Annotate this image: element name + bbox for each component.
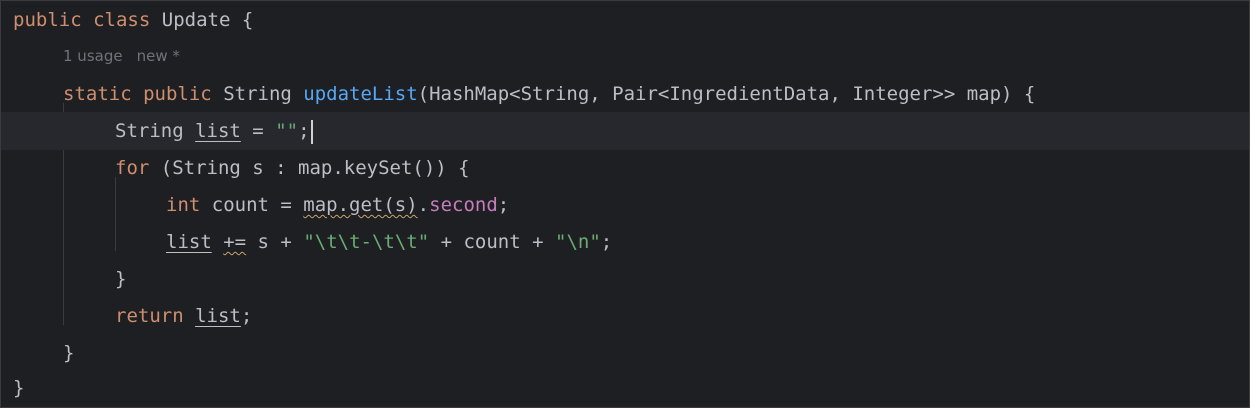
keyword: static (63, 83, 132, 105)
current-code-line[interactable]: String list = ""; (1, 112, 1249, 150)
closing-brace: } (115, 268, 127, 290)
warning-expression[interactable]: map.get(s) (303, 194, 417, 216)
code-line[interactable]: public class Update { (1, 1, 1249, 39)
semicolon: ; (240, 305, 253, 327)
semicolon: ; (497, 194, 510, 216)
keyword: for (115, 157, 150, 179)
dot: . (417, 194, 430, 216)
class-declaration: Update { (161, 9, 254, 31)
variable-list[interactable]: list (166, 231, 212, 253)
operator: = (240, 120, 276, 142)
warning-operator[interactable]: += (223, 231, 246, 253)
variable-list[interactable]: list (195, 120, 241, 142)
keyword: return (115, 305, 184, 327)
string-literal: "\t\t-\t\t" (303, 231, 430, 253)
for-header: (String s : map.keySet()) { (149, 157, 470, 179)
variable-list[interactable]: list (195, 305, 241, 327)
expression: + count + (429, 231, 555, 253)
code-line[interactable]: } (1, 334, 1249, 372)
semicolon: ; (298, 120, 310, 142)
keyword: int (166, 194, 201, 216)
code-line[interactable]: int count = map.get(s).second; (1, 186, 1249, 224)
keyword: public (143, 83, 212, 105)
inlay-hint-line: 1 usage new * (1, 37, 1249, 75)
string-literal: "\n" (555, 231, 601, 253)
field-name: second (429, 194, 498, 216)
keyword: class (93, 9, 151, 31)
expression: s + (246, 231, 304, 253)
keyword: public (13, 9, 82, 31)
closing-brace: } (63, 342, 75, 364)
code-line[interactable]: return list; (1, 297, 1249, 335)
text-caret (310, 119, 313, 144)
semicolon: ; (600, 231, 613, 253)
code-line[interactable]: } (1, 369, 1249, 407)
parameter-list: (HashMap<String, Pair<IngredientData, In… (417, 83, 1036, 105)
string-literal: "" (275, 120, 299, 142)
code-editor[interactable]: public class Update { 1 usage new * stati… (0, 0, 1250, 408)
method-name[interactable]: updateList (303, 83, 417, 105)
code-line[interactable]: } (1, 260, 1249, 298)
code-line[interactable]: static public String updateList(HashMap<… (1, 75, 1249, 113)
type-name: String (115, 120, 184, 142)
author-hint[interactable]: new * (137, 47, 180, 65)
usage-hint[interactable]: 1 usage (63, 47, 123, 65)
code-line[interactable]: for (String s : map.keySet()) { (1, 149, 1249, 187)
return-type: String (223, 83, 292, 105)
closing-brace: } (13, 377, 25, 399)
declaration: count = (200, 194, 304, 216)
code-line[interactable]: list += s + "\t\t-\t\t" + count + "\n"; (1, 223, 1249, 261)
